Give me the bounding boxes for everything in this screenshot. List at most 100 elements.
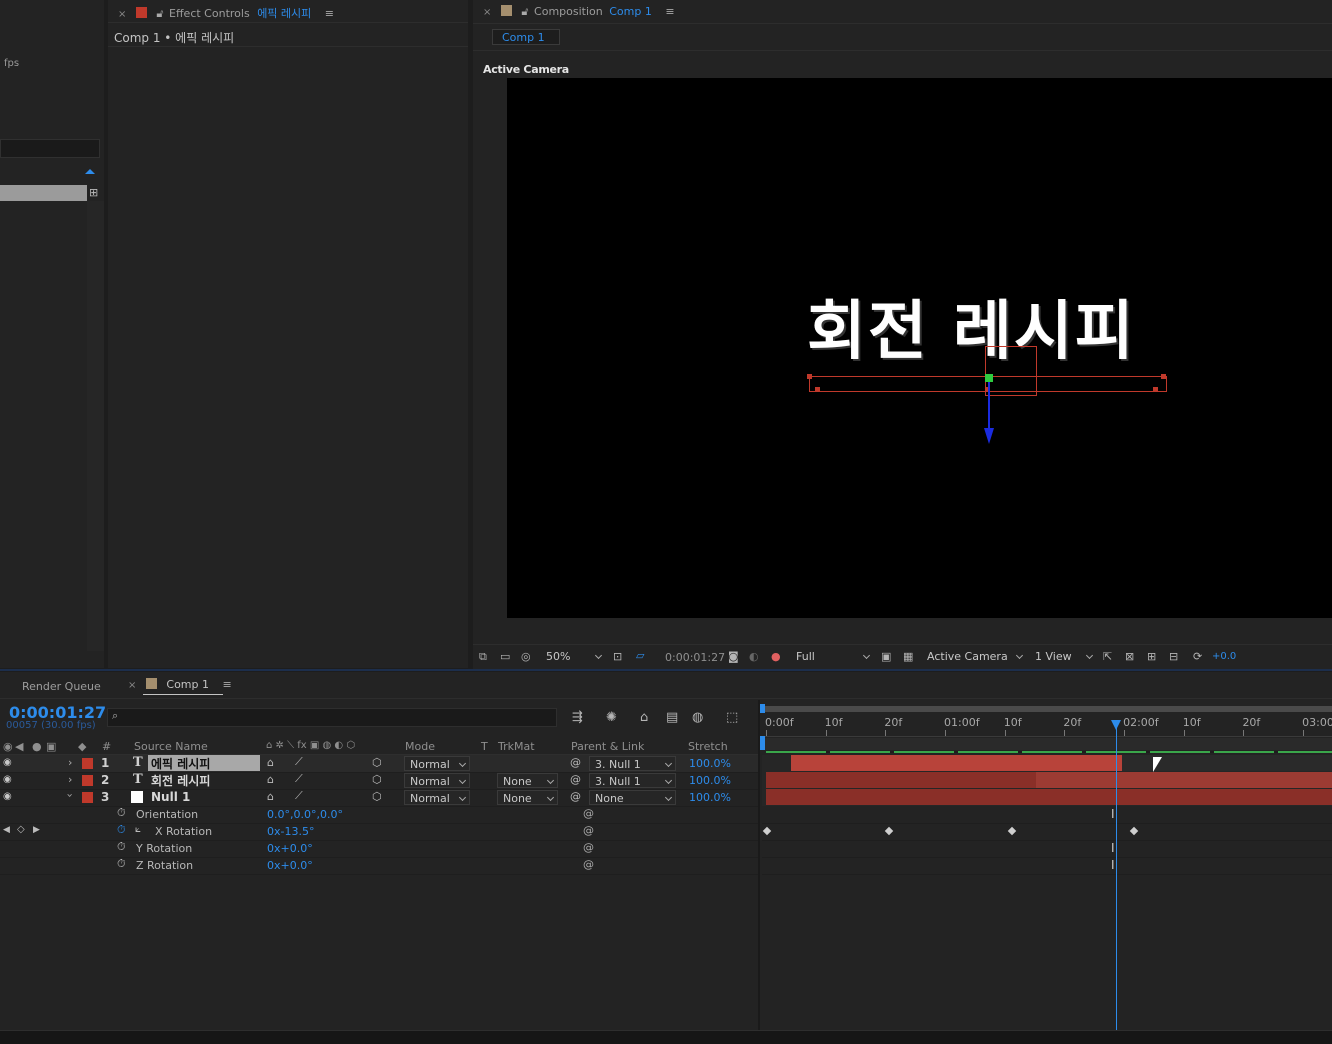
navigator-start-handle[interactable] <box>760 704 765 713</box>
show-snapshot-icon[interactable]: ◐ <box>749 650 759 663</box>
graph-editor-icon[interactable]: ⬚ <box>726 710 738 725</box>
graph-icon[interactable]: ⟀ <box>135 824 141 835</box>
collapse-switch-icon[interactable]: ⌂ <box>267 773 274 786</box>
layer-row[interactable]: ◉ › 1 T 에픽 레시피 ⌂ ⟋ ⬡ Normal @ 3. Null 1 … <box>0 755 758 773</box>
work-area-bar[interactable] <box>762 738 1332 750</box>
expand-chevron-icon[interactable]: › <box>68 756 72 769</box>
add-keyframe-icon[interactable]: ◇ <box>17 824 25 835</box>
property-row[interactable]: ⏱︎ Y Rotation 0x+0.0° @ <box>0 840 758 858</box>
stopwatch-icon[interactable]: ⏱︎ <box>117 840 126 854</box>
keyframe[interactable] <box>884 826 894 836</box>
mode-dropdown[interactable]: Normal <box>404 773 470 788</box>
keyframe[interactable] <box>762 826 772 836</box>
motion-blur-icon[interactable]: ◍ <box>692 710 703 725</box>
visibility-eye-icon[interactable]: ◉ <box>3 774 12 785</box>
stopwatch-active-icon[interactable]: ⏱︎ <box>117 823 126 837</box>
stretch-value[interactable]: 100.0% <box>689 774 731 787</box>
effect-controls-tab[interactable]: × 🔓︎ Effect Controls 에픽 레시피 ≡ <box>118 5 334 21</box>
parent-dropdown[interactable]: 3. Null 1 <box>589 773 676 788</box>
property-row[interactable]: ⏱︎ Z Rotation 0x+0.0° @ <box>0 857 758 875</box>
keyframe[interactable] <box>1129 826 1139 836</box>
panel-menu-icon[interactable]: ≡ <box>223 678 232 691</box>
transparency-grid-icon[interactable]: ▦ <box>903 650 913 663</box>
collapse-switch-icon[interactable]: ⌂ <box>267 790 274 803</box>
project-item-selected[interactable] <box>0 185 87 201</box>
layer-row[interactable]: ◉ › 3 Null 1 ⌂ ⟋ ⬡ Normal None @ None 10… <box>0 789 758 807</box>
property-row[interactable]: ◀ ◇ ▶ ⏱︎ ⟀ X Rotation 0x-13.5° @ <box>0 823 758 841</box>
lock-icon[interactable]: 🔓︎ <box>156 7 163 20</box>
pickwhip-icon[interactable]: @ <box>570 773 581 786</box>
close-icon[interactable]: × <box>483 7 491 18</box>
3d-layer-icon[interactable]: ⬡ <box>372 790 382 803</box>
pickwhip-icon[interactable]: @ <box>583 858 594 871</box>
region-of-interest-icon[interactable]: ▣ <box>881 650 891 663</box>
time-navigator[interactable] <box>762 706 1332 712</box>
trkmat-dropdown[interactable]: None <box>497 773 558 788</box>
project-search-input[interactable] <box>0 139 100 158</box>
expand-chevron-icon[interactable]: › <box>68 773 72 786</box>
work-area-start[interactable] <box>760 736 765 750</box>
current-time-indicator[interactable] <box>1110 720 1121 1030</box>
label-color[interactable] <box>82 792 93 803</box>
visibility-eye-icon[interactable]: ◉ <box>3 757 12 768</box>
pickwhip-icon[interactable]: @ <box>570 756 581 769</box>
mask-visibility-icon[interactable]: ▱ <box>636 649 644 662</box>
timeline-icon[interactable]: ⊞ <box>1147 650 1156 663</box>
property-value[interactable]: 0x+0.0° <box>267 842 313 855</box>
comp-viewer[interactable]: 회전 레시피 회전 레시피 <box>507 78 1332 618</box>
pickwhip-icon[interactable]: @ <box>570 790 581 803</box>
close-icon[interactable]: × <box>128 680 136 691</box>
snapshot-icon[interactable]: ◙ <box>728 650 739 663</box>
layer-bar-3[interactable] <box>766 789 1332 805</box>
resolution-dropdown[interactable]: Full <box>791 649 873 664</box>
null-layer-box[interactable] <box>985 346 1037 396</box>
color-channels-icon[interactable]: ● <box>771 650 781 663</box>
comp-subtab[interactable]: Comp 1 <box>492 29 560 45</box>
property-value[interactable]: 0x+0.0° <box>267 859 313 872</box>
collapse-switch-icon[interactable]: ⌂ <box>267 756 274 769</box>
layer-bar-1[interactable] <box>791 755 1122 771</box>
3d-layer-icon[interactable]: ⬡ <box>372 773 382 786</box>
layer-name[interactable]: 회전 레시피 <box>151 772 210 789</box>
property-value[interactable]: 0.0°,0.0°,0.0° <box>267 808 343 821</box>
panel-menu-icon[interactable]: ≡ <box>665 5 674 18</box>
composition-mini-flowchart-icon[interactable]: ⇶ <box>572 710 583 725</box>
sort-up-icon[interactable] <box>85 169 95 174</box>
stopwatch-icon[interactable]: ⏱︎ <box>117 857 126 871</box>
pickwhip-icon[interactable]: @ <box>583 824 594 837</box>
reset-exposure-icon[interactable]: ⟳ <box>1193 650 1202 663</box>
pickwhip-icon[interactable]: @ <box>583 807 594 820</box>
toggle-pixel-aspect-icon[interactable]: ⇱ <box>1103 650 1112 663</box>
y-axis-line[interactable] <box>988 378 990 430</box>
pickwhip-icon[interactable]: @ <box>583 841 594 854</box>
draft-3d-icon[interactable]: ✺ <box>606 710 617 725</box>
quality-switch-icon[interactable]: ⟋ <box>295 772 303 786</box>
prev-keyframe-icon[interactable]: ◀ <box>3 825 10 835</box>
layer-row[interactable]: ◉ › 2 T 회전 레시피 ⌂ ⟋ ⬡ Normal None @ 3. Nu… <box>0 772 758 790</box>
y-axis-arrow-icon[interactable] <box>984 428 994 444</box>
label-color[interactable] <box>82 775 93 786</box>
view-layout-dropdown[interactable]: 1 View <box>1030 649 1096 664</box>
always-preview-icon[interactable]: ⧉ <box>479 650 487 664</box>
bbox-handle[interactable] <box>1153 387 1158 392</box>
camera-dropdown[interactable]: Active Camera <box>922 649 1026 664</box>
mode-dropdown[interactable]: Normal <box>404 790 470 805</box>
fast-previews-icon[interactable]: ⊠ <box>1125 650 1134 663</box>
layer-name[interactable]: 에픽 레시피 <box>148 755 260 771</box>
viewer-timecode[interactable]: 0:00:01:27 <box>665 651 725 664</box>
3d-layer-icon[interactable]: ⬡ <box>372 756 382 769</box>
layer-name[interactable]: Null 1 <box>151 790 190 804</box>
frame-blending-icon[interactable]: ▤ <box>666 710 678 725</box>
source-name-header[interactable]: Source Name <box>134 740 208 753</box>
vr-icon[interactable]: ◎ <box>521 650 531 663</box>
close-icon[interactable]: × <box>118 9 126 20</box>
stopwatch-icon[interactable]: ⏱︎ <box>117 806 126 820</box>
property-row[interactable]: ⏱︎ Orientation 0.0°,0.0°,0.0° @ <box>0 806 758 824</box>
flowchart-icon[interactable]: ⊞ <box>89 186 98 199</box>
mode-dropdown[interactable]: Normal <box>404 756 470 771</box>
render-queue-tab[interactable]: Render Queue <box>22 680 101 693</box>
collapse-chevron-icon[interactable]: › <box>64 793 77 797</box>
next-keyframe-icon[interactable]: ▶ <box>33 825 40 835</box>
visibility-eye-icon[interactable]: ◉ <box>3 791 12 802</box>
playhead-handle[interactable] <box>1110 720 1121 730</box>
